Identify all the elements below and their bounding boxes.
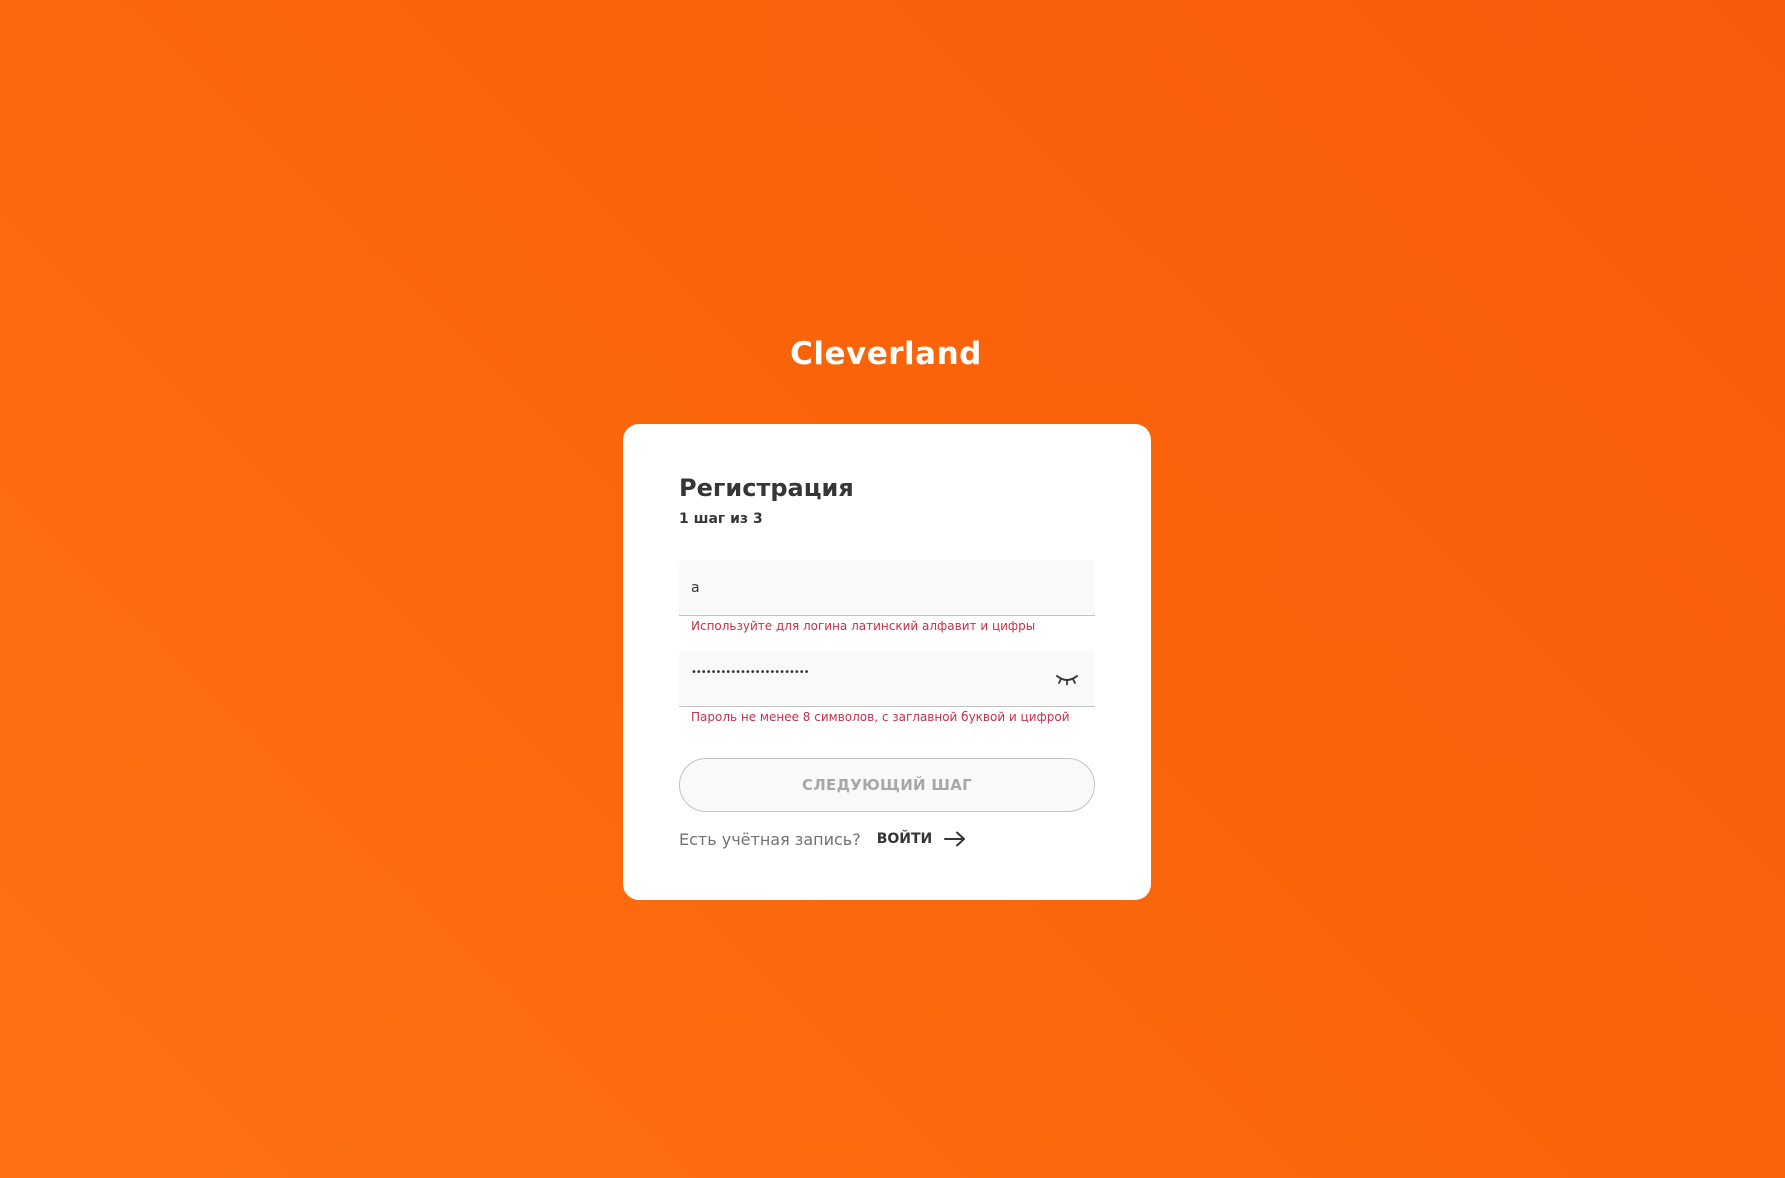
- password-input[interactable]: [691, 645, 1051, 700]
- page-title: Регистрация: [679, 474, 854, 502]
- login-input[interactable]: [691, 560, 1051, 615]
- login-prompt: Есть учётная запись? ВОЙТИ: [679, 827, 966, 851]
- brand-logo: Cleverland: [790, 336, 982, 372]
- login-link-label: ВОЙТИ: [876, 831, 933, 847]
- account-question: Есть учётная запись?: [679, 829, 861, 849]
- login-hint: Используйте для логина латинский алфавит…: [691, 619, 1036, 633]
- password-field: [679, 645, 1095, 707]
- arrow-right-icon: [944, 831, 966, 847]
- login-link[interactable]: ВОЙТИ: [877, 831, 967, 847]
- eye-closed-icon[interactable]: [1055, 669, 1079, 689]
- login-field: [679, 560, 1095, 616]
- step-indicator: 1 шаг из 3: [679, 511, 763, 527]
- next-step-button[interactable]: СЛЕДУЮЩИЙ ШАГ: [679, 758, 1095, 812]
- registration-card: Регистрация 1 шаг из 3 Используйте для л…: [623, 424, 1151, 900]
- password-hint: Пароль не менее 8 символов, с заглавной …: [691, 710, 1070, 724]
